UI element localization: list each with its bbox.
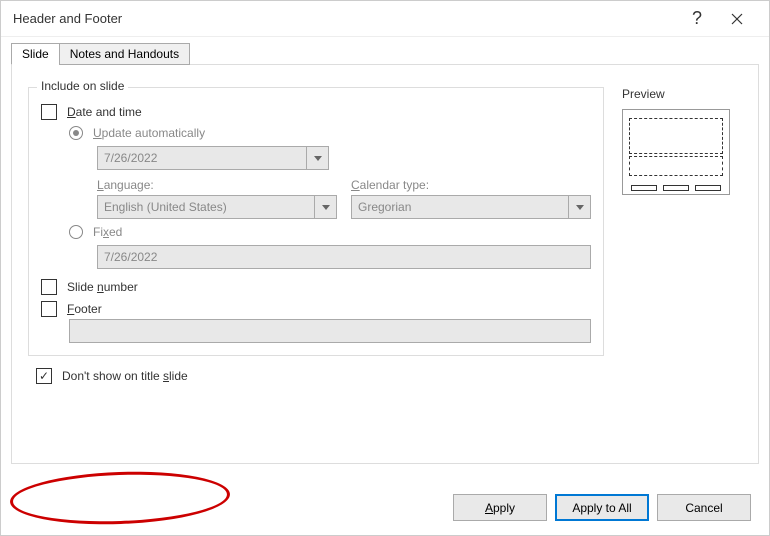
dialog-title: Header and Footer <box>13 11 677 26</box>
fixed-label: Fixed <box>93 225 122 239</box>
date-time-checkbox[interactable] <box>41 104 57 120</box>
apply-button[interactable]: Apply <box>453 494 547 521</box>
footer-label: Footer <box>67 302 102 316</box>
help-button[interactable]: ? <box>677 1 717 37</box>
footer-checkbox[interactable] <box>41 301 57 317</box>
slide-number-label: Slide number <box>67 280 138 294</box>
tab-notes-handouts[interactable]: Notes and Handouts <box>59 43 190 65</box>
include-on-slide-group: Include on slide Date and time Update au… <box>28 87 604 356</box>
update-auto-row: Update automatically <box>69 126 591 140</box>
preview-title-placeholder <box>629 118 723 154</box>
tab-slide[interactable]: Slide <box>11 43 60 65</box>
cancel-button[interactable]: Cancel <box>657 494 751 521</box>
date-dropdown-value: 7/26/2022 <box>104 151 157 165</box>
chevron-down-icon <box>306 147 328 169</box>
fixed-row: Fixed <box>69 225 591 239</box>
dont-show-title-checkbox[interactable] <box>36 368 52 384</box>
preview-date-box <box>631 185 657 191</box>
language-label: Language: <box>97 178 337 192</box>
close-icon <box>731 13 743 25</box>
language-value: English (United States) <box>104 200 227 214</box>
update-auto-label: Update automatically <box>93 126 205 140</box>
dont-show-title-row: Don't show on title slide <box>36 368 742 384</box>
header-footer-dialog: Header and Footer ? Slide Notes and Hand… <box>0 0 770 536</box>
apply-to-all-button[interactable]: Apply to All <box>555 494 649 521</box>
preview-title: Preview <box>622 87 665 101</box>
calendar-type-label: Calendar type: <box>351 178 591 192</box>
chevron-down-icon <box>314 196 336 218</box>
titlebar: Header and Footer ? <box>1 1 769 37</box>
chevron-down-icon <box>568 196 590 218</box>
include-on-slide-title: Include on slide <box>37 79 128 93</box>
calendar-dropdown[interactable]: Gregorian <box>351 195 591 219</box>
calendar-value: Gregorian <box>358 200 411 214</box>
content-area: Slide Notes and Handouts Include on slid… <box>1 37 769 484</box>
dialog-buttons: Apply Apply to All Cancel <box>1 484 769 535</box>
preview-body-placeholder <box>629 156 723 176</box>
preview-footer-placeholders <box>631 185 721 191</box>
date-dropdown[interactable]: 7/26/2022 <box>97 146 329 170</box>
dont-show-title-label: Don't show on title slide <box>62 369 188 383</box>
close-button[interactable] <box>717 1 757 37</box>
preview-thumbnail <box>622 109 730 195</box>
slide-number-row: Slide number <box>41 279 591 295</box>
preview-group: Preview <box>622 87 742 195</box>
footer-input[interactable] <box>69 319 591 343</box>
fixed-date-input[interactable]: 7/26/2022 <box>97 245 591 269</box>
footer-row: Footer <box>41 301 591 317</box>
date-time-label: Date and time <box>67 105 142 119</box>
preview-footer-box <box>663 185 689 191</box>
tab-bar: Slide Notes and Handouts <box>11 43 759 65</box>
date-time-row: Date and time <box>41 104 591 120</box>
preview-number-box <box>695 185 721 191</box>
update-auto-radio[interactable] <box>69 126 83 140</box>
language-dropdown[interactable]: English (United States) <box>97 195 337 219</box>
fixed-radio[interactable] <box>69 225 83 239</box>
slide-number-checkbox[interactable] <box>41 279 57 295</box>
tab-panel-slide: Include on slide Date and time Update au… <box>11 64 759 464</box>
fixed-date-value: 7/26/2022 <box>104 250 157 264</box>
